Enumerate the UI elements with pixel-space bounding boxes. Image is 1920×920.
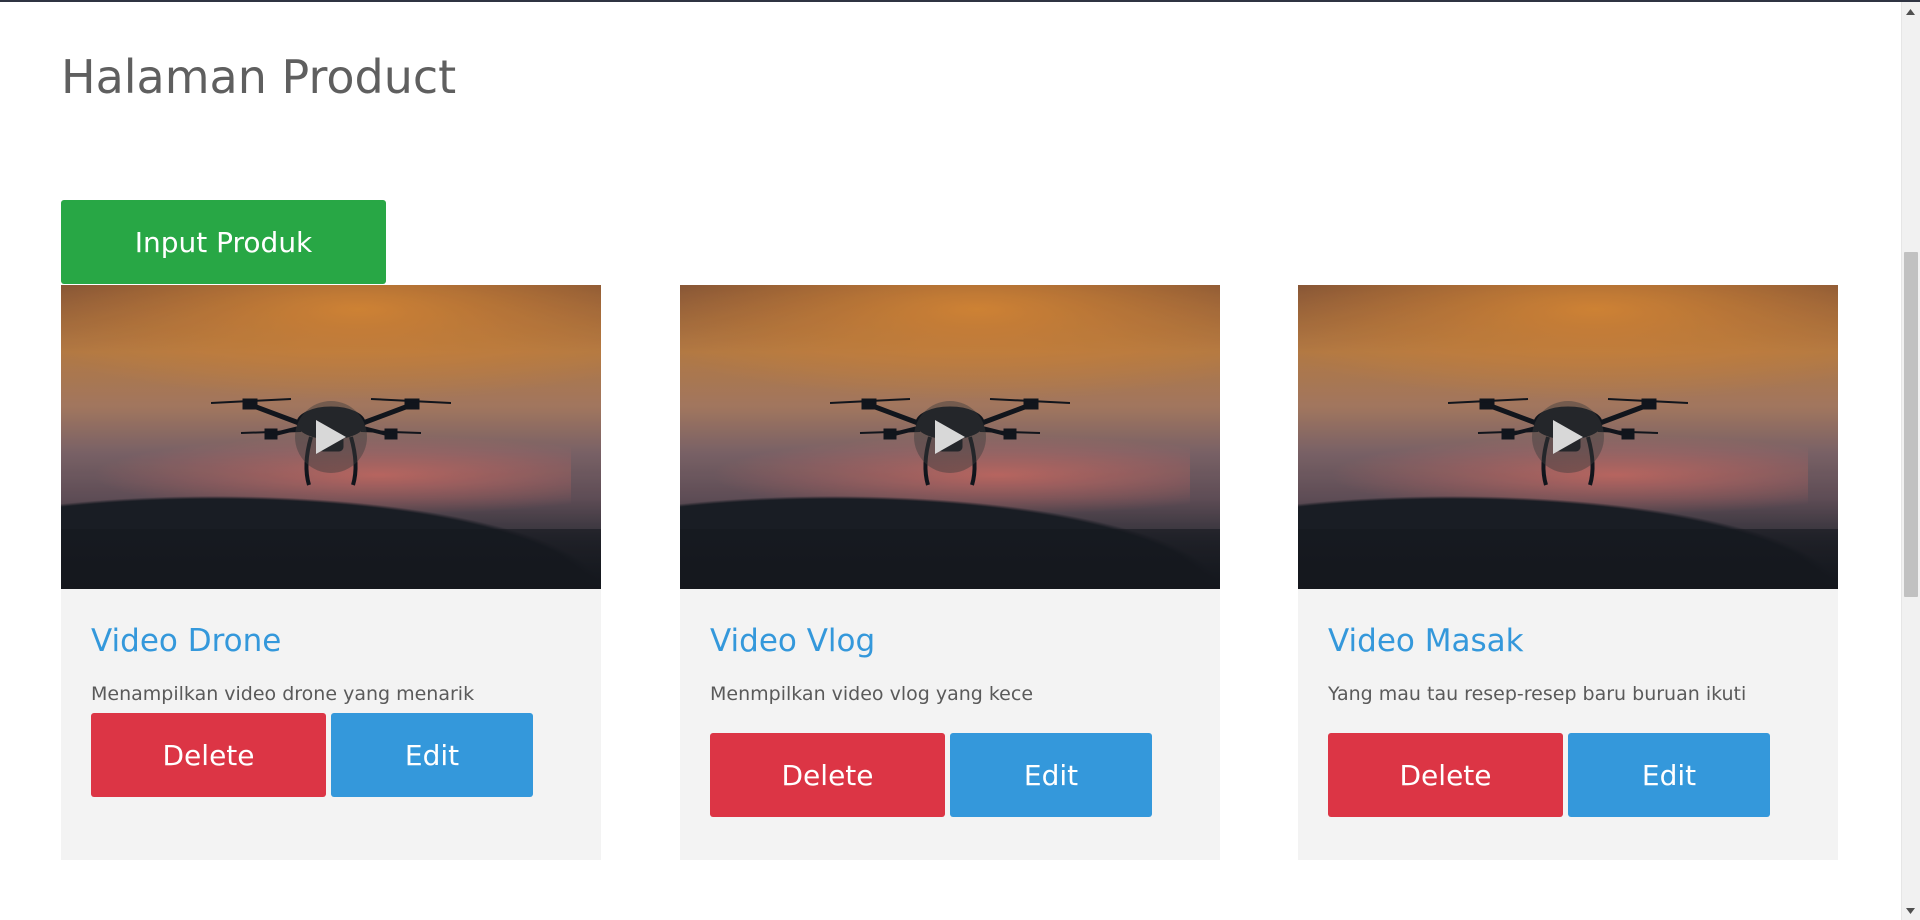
delete-button[interactable]: Delete: [91, 713, 326, 797]
card-description: Menmpilkan video vlog yang kece: [710, 683, 1034, 705]
card-body: Video Drone Menampilkan video drone yang…: [61, 589, 601, 797]
video-thumbnail[interactable]: [61, 285, 601, 589]
scrollbar[interactable]: [1901, 2, 1920, 920]
card-body: Video Masak Yang mau tau resep-resep bar…: [1298, 589, 1838, 817]
video-thumbnail[interactable]: [680, 285, 1220, 589]
play-icon[interactable]: [1532, 401, 1604, 473]
product-card: Video Vlog Menmpilkan video vlog yang ke…: [680, 285, 1220, 860]
card-actions: Delete Edit: [91, 713, 571, 797]
play-icon[interactable]: [914, 401, 986, 473]
card-actions: Delete Edit: [710, 733, 1190, 817]
edit-button[interactable]: Edit: [1568, 733, 1770, 817]
card-title[interactable]: Video Vlog: [710, 623, 1190, 675]
input-product-button[interactable]: Input Produk: [61, 200, 386, 284]
card-description: Menampilkan video drone yang menarik: [91, 683, 475, 705]
page-title: Halaman Product: [61, 50, 457, 104]
card-description: Yang mau tau resep-resep baru buruan iku…: [1328, 683, 1747, 705]
chevron-up-icon[interactable]: [1905, 6, 1916, 17]
card-body: Video Vlog Menmpilkan video vlog yang ke…: [680, 589, 1220, 817]
card-title[interactable]: Video Masak: [1328, 623, 1808, 675]
scrollbar-thumb[interactable]: [1904, 252, 1918, 597]
product-card: Video Drone Menampilkan video drone yang…: [61, 285, 601, 860]
product-card: Video Masak Yang mau tau resep-resep bar…: [1298, 285, 1838, 860]
card-actions: Delete Edit: [1328, 733, 1808, 817]
play-icon[interactable]: [295, 401, 367, 473]
chevron-down-icon[interactable]: [1905, 905, 1916, 916]
video-thumbnail[interactable]: [1298, 285, 1838, 589]
delete-button[interactable]: Delete: [710, 733, 945, 817]
edit-button[interactable]: Edit: [950, 733, 1152, 817]
delete-button[interactable]: Delete: [1328, 733, 1563, 817]
card-title[interactable]: Video Drone: [91, 623, 571, 675]
edit-button[interactable]: Edit: [331, 713, 533, 797]
top-border: [0, 0, 1920, 2]
